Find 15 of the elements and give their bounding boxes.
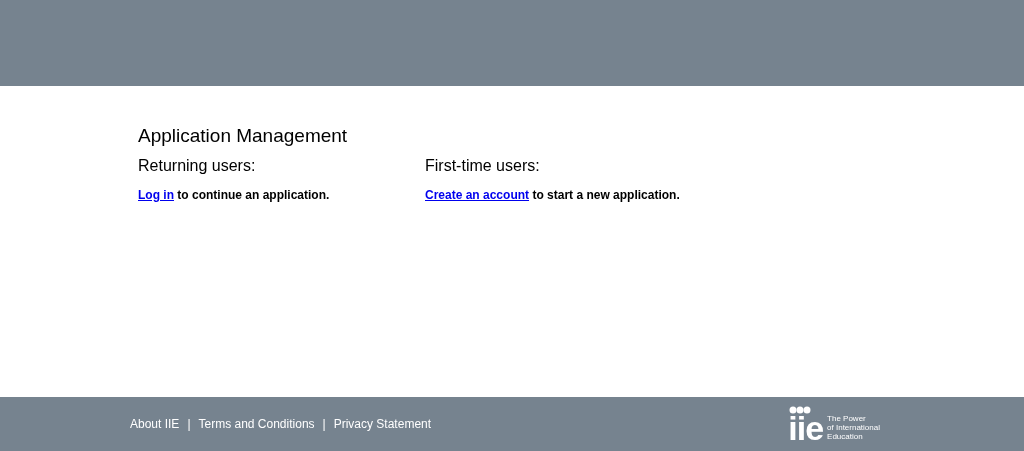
footer-link[interactable]: Privacy Statement <box>333 415 432 433</box>
separator: | <box>187 416 191 433</box>
link[interactable]: Log in <box>138 187 174 202</box>
link[interactable]: Create an account <box>425 187 530 202</box>
instruction-text: Log in to continue an application. <box>138 186 330 204</box>
footer-link[interactable]: Terms and Conditions <box>198 415 315 433</box>
dots-icon <box>789 406 812 414</box>
section-heading: First-time users: <box>425 155 540 176</box>
section-heading: Returning users: <box>138 155 256 176</box>
instruction-text: Create an account to start a new application. <box>425 186 680 204</box>
footer-link[interactable]: About IIE <box>130 415 180 433</box>
page-title: Application Management <box>138 124 349 148</box>
logo-tagline: The Power of International Education <box>827 414 880 441</box>
logo-mark: iie <box>788 414 824 442</box>
separator: | <box>322 416 326 433</box>
